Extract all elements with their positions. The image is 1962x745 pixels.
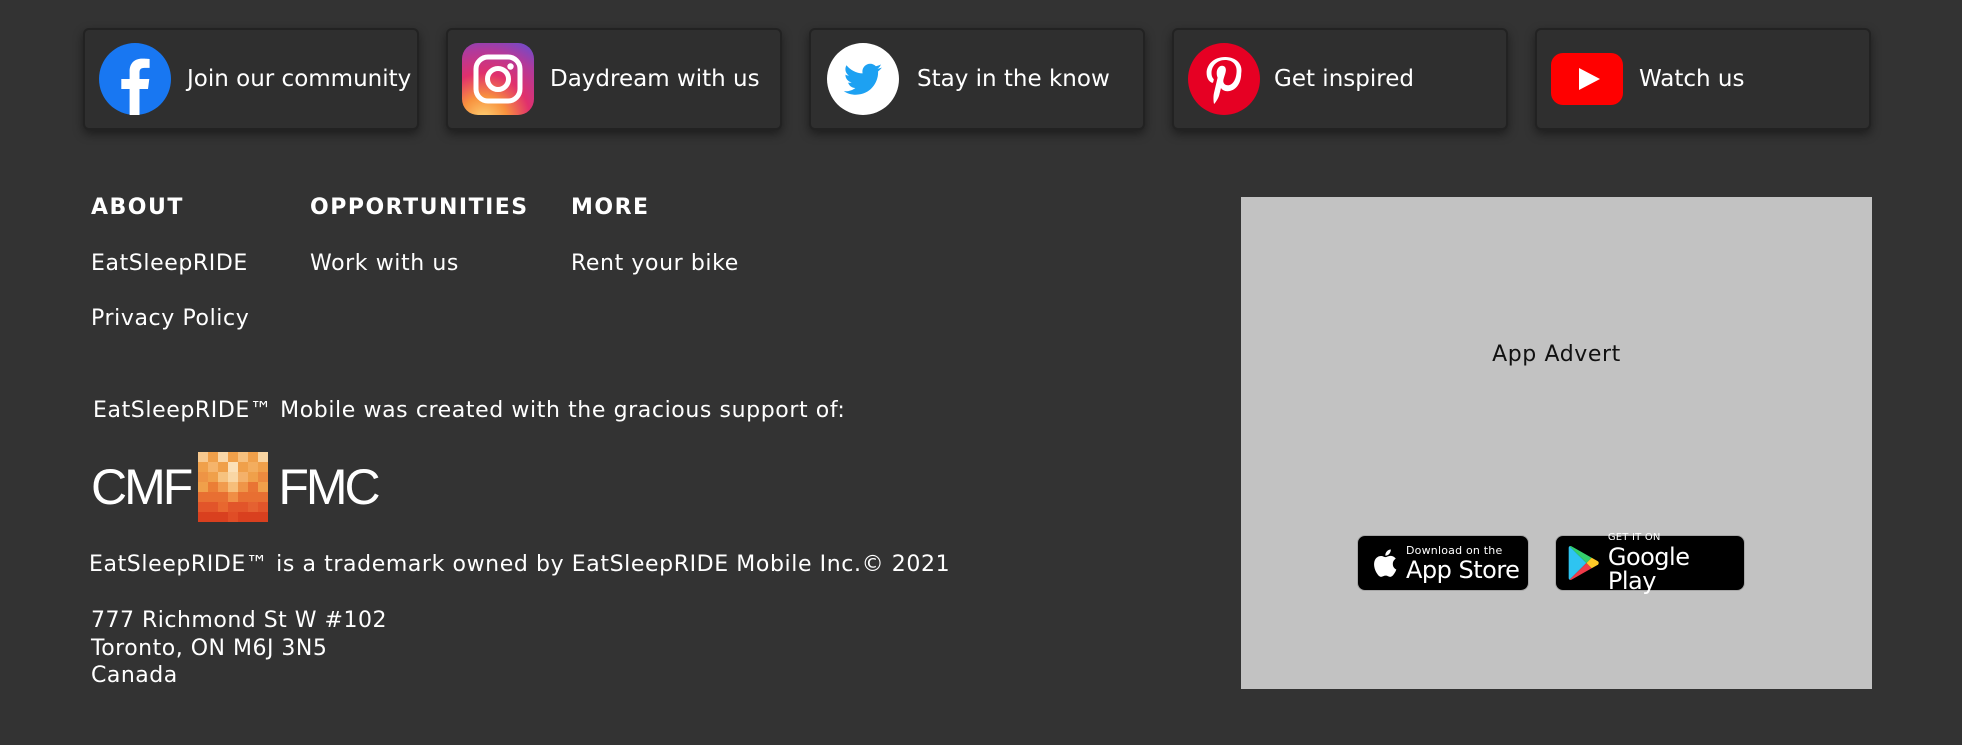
address-block: 777 Richmond St W #102 Toronto, ON M6J 3… [91,607,387,690]
social-card-pinterest[interactable]: Get inspired [1172,28,1508,130]
app-store-badge[interactable]: Download on the App Store [1357,535,1529,591]
cmf-logo-left: CMF [91,459,193,515]
address-line: 777 Richmond St W #102 [91,608,387,633]
youtube-icon [1551,43,1623,115]
address-line: Toronto, ON M6J 3N5 [91,635,328,661]
link-eatsleepride[interactable]: EatSleepRIDE [91,252,249,276]
cmf-mosaic-icon [198,452,269,522]
social-card-youtube[interactable]: Watch us [1535,28,1871,130]
social-card-facebook[interactable]: Join our community [83,28,419,130]
social-card-instagram[interactable]: Daydream with us [446,28,782,130]
app-store-small-text: Download on the [1406,543,1503,557]
social-label: Get inspired [1274,66,1414,92]
footer-column-about: ABOUT EatSleepRIDE Privacy Policy [91,196,249,362]
instagram-icon [462,43,534,115]
google-play-text: GET IT ON Google Play [1607,532,1744,595]
link-work-with-us[interactable]: Work with us [310,252,529,276]
column-heading: OPPORTUNITIES [310,195,529,220]
column-heading: ABOUT [91,195,184,220]
social-links-row: Join our community Daydream with us Stay… [83,28,1871,130]
cmf-logo-right: FMC [278,459,380,515]
column-heading: MORE [571,195,650,220]
social-label: Watch us [1639,66,1745,92]
app-advert: App Advert Download on the App Store GET… [1241,197,1872,689]
cmf-fmc-logo[interactable]: CMF FMC [91,452,381,522]
google-play-badge[interactable]: GET IT ON Google Play [1555,532,1745,595]
social-label: Stay in the know [917,66,1110,92]
google-play-small-text: GET IT ON [1607,532,1661,543]
footer-column-opportunities: OPPORTUNITIES Work with us [310,196,529,307]
google-play-big-text: Google Play [1607,543,1690,595]
twitter-icon [827,43,899,115]
app-store-big-text: App Store [1406,555,1520,584]
address-line: Canada [91,663,178,688]
social-card-twitter[interactable]: Stay in the know [809,28,1145,130]
app-advert-title: App Advert [1492,342,1621,367]
pinterest-icon [1188,43,1260,115]
apple-icon [1374,549,1397,577]
facebook-icon [99,43,171,115]
social-label: Join our community [187,66,412,92]
app-store-text: Download on the App Store [1406,543,1520,584]
social-label: Daydream with us [550,66,760,92]
link-rent-your-bike[interactable]: Rent your bike [571,252,739,276]
support-text: EatSleepRIDE™ Mobile was created with th… [93,398,846,423]
footer-column-more: MORE Rent your bike [571,196,739,307]
footer-page: Join our community Daydream with us Stay… [0,0,1962,745]
trademark-text: EatSleepRIDE™ is a trademark owned by Ea… [89,552,951,577]
link-privacy-policy[interactable]: Privacy Policy [91,307,249,331]
google-play-icon [1568,546,1599,580]
